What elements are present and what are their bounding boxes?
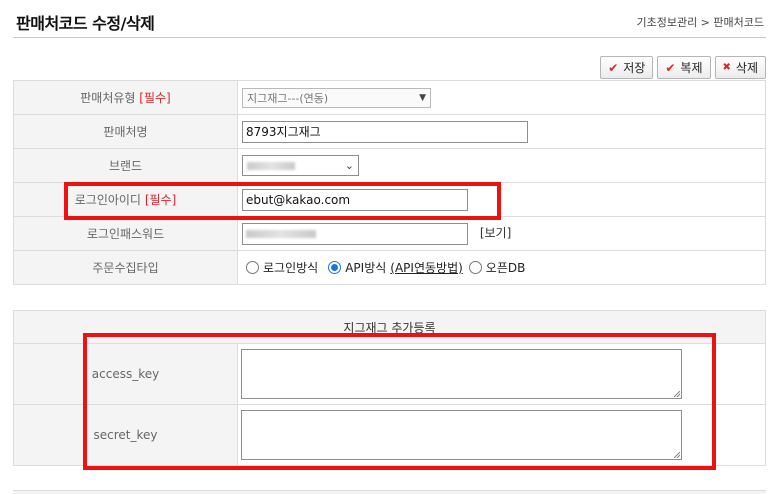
- check-icon: ✔: [608, 60, 619, 75]
- seller-name-input[interactable]: [242, 120, 528, 143]
- seller-form: 판매처유형 [필수] 지그재그---(연동) ▼ 판매처명 브랜드 ⌄ 로그인아…: [13, 80, 766, 285]
- order-collect-radio-group: 로그인방식 API방식 (API연동방법) 오픈DB: [246, 259, 765, 276]
- access-key-row: access_key: [13, 343, 766, 405]
- secret-key-row: secret_key: [13, 404, 766, 466]
- seller-name-label: 판매처명: [13, 114, 238, 149]
- radio-button-selected[interactable]: [328, 261, 342, 274]
- radio-button[interactable]: [246, 261, 259, 274]
- password-blurred: [246, 229, 316, 238]
- required-mark: [필수]: [144, 193, 177, 207]
- secret-key-label: secret_key: [13, 404, 238, 466]
- api-guide-link[interactable]: (API연동방법): [390, 259, 463, 276]
- seller-type-select[interactable]: 지그재그---(연동) ▼: [242, 87, 431, 108]
- delete-button-label: 삭제: [735, 61, 758, 75]
- copy-button[interactable]: ✔ 복제: [657, 56, 711, 79]
- login-password-label: 로그인패스워드: [13, 216, 238, 251]
- save-button[interactable]: ✔ 저장: [600, 56, 654, 79]
- next-section-edge: [13, 490, 766, 494]
- zigzag-section-title: 지그재그 추가등록: [13, 310, 766, 344]
- seller-name-row: 판매처명: [13, 114, 766, 149]
- chevron-down-icon: ⌄: [344, 159, 354, 172]
- brand-value-blurred: [247, 161, 295, 170]
- radio-open-db[interactable]: 오픈DB: [468, 259, 525, 276]
- save-button-label: 저장: [623, 61, 646, 75]
- zigzag-form: 지그재그 추가등록 access_key secret_key: [13, 310, 766, 466]
- password-view-link[interactable]: [보기]: [480, 226, 511, 240]
- page-title: 판매처코드 수정/삭제: [16, 14, 155, 33]
- radio-button[interactable]: [468, 261, 482, 274]
- seller-type-label: 판매처유형 [필수]: [13, 80, 238, 115]
- login-id-input[interactable]: [242, 188, 468, 211]
- login-password-input[interactable]: [242, 222, 468, 245]
- close-icon: ✖: [722, 62, 731, 73]
- delete-button[interactable]: ✖ 삭제: [714, 56, 766, 79]
- chevron-down-icon: ▼: [419, 92, 426, 103]
- access-key-label: access_key: [13, 343, 238, 405]
- secret-key-textarea[interactable]: [241, 410, 682, 460]
- required-mark: [필수]: [139, 91, 171, 105]
- seller-type-row: 판매처유형 [필수] 지그재그---(연동) ▼: [13, 80, 766, 115]
- radio-api-method[interactable]: API방식 (API연동방법): [328, 259, 463, 276]
- login-id-label: 로그인아이디 [필수]: [13, 182, 238, 217]
- breadcrumb: 기초정보관리 > 판매처코드: [636, 16, 764, 29]
- brand-row: 브랜드 ⌄: [13, 148, 766, 183]
- login-id-row: 로그인아이디 [필수]: [13, 182, 766, 217]
- order-collect-label: 주문수집타입: [13, 250, 238, 285]
- login-password-row: 로그인패스워드 [보기]: [13, 216, 766, 251]
- action-buttons: ✔ 저장 ✔ 복제 ✖ 삭제: [600, 56, 766, 79]
- brand-label: 브랜드: [13, 148, 238, 183]
- page-header: 판매처코드 수정/삭제 기초정보관리 > 판매처코드: [13, 0, 766, 38]
- copy-button-label: 복제: [680, 61, 703, 75]
- check-icon: ✔: [665, 60, 676, 75]
- brand-select[interactable]: ⌄: [242, 155, 359, 176]
- seller-type-value: 지그재그---(연동): [247, 91, 329, 105]
- radio-login-method[interactable]: 로그인방식: [246, 259, 318, 276]
- access-key-textarea[interactable]: [241, 349, 682, 399]
- order-collect-row: 주문수집타입 로그인방식 API방식 (API연동방법) 오픈DB: [13, 250, 766, 285]
